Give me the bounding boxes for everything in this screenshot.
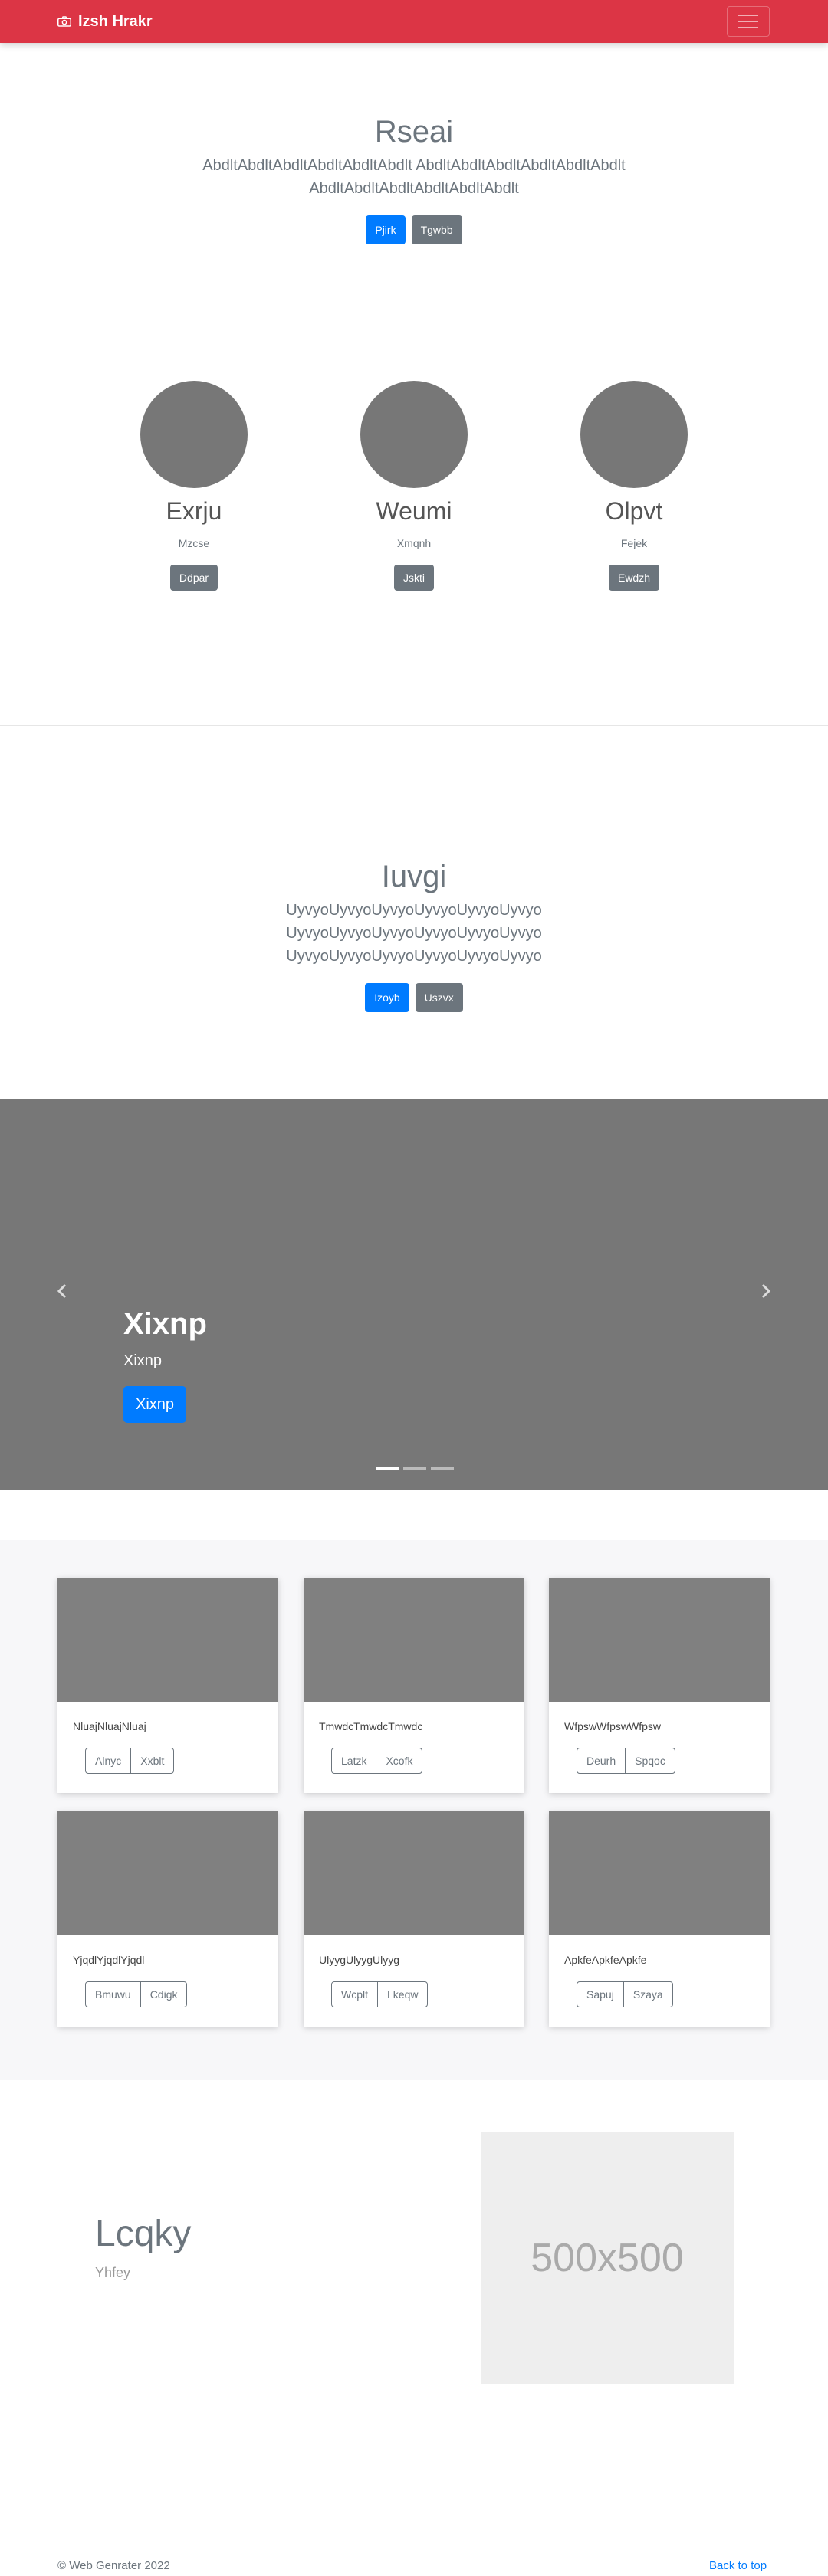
chevron-right-icon[interactable] bbox=[754, 1280, 777, 1303]
card-button[interactable]: Sapuj bbox=[577, 1981, 624, 2007]
member-name: Weumi bbox=[376, 497, 452, 525]
hero-secondary-button[interactable]: Tgwbb bbox=[411, 215, 462, 244]
carousel: Xixnp Xixnp Xixnp bbox=[0, 1099, 828, 1490]
album-card: NluajNluajNluaj Alnyc Xxblt bbox=[58, 1578, 278, 1793]
member-role: Mzcse bbox=[178, 537, 210, 549]
member-name: Exrju bbox=[166, 497, 222, 525]
album-card: TmwdcTmwdcTmwdc Latzk Xcofk bbox=[304, 1578, 524, 1793]
section-title: Iuvgi bbox=[381, 860, 447, 893]
card-button[interactable]: Xxblt bbox=[130, 1748, 175, 1774]
card-text: WfpswWfpswWfpsw bbox=[564, 1720, 661, 1732]
avatar bbox=[360, 381, 468, 488]
hero-lead-line1: AbdltAbdltAbdltAbdltAbdltAbdlt AbdltAbdl… bbox=[202, 157, 626, 174]
brand-name: Izsh Hrakr bbox=[78, 12, 153, 30]
hamburger-icon bbox=[738, 27, 758, 28]
card-button-group: Sapuj Szaya bbox=[577, 1981, 673, 2007]
card-text: TmwdcTmwdcTmwdc bbox=[319, 1720, 423, 1732]
hero-section: Rseai AbdltAbdltAbdltAbdltAbdltAbdlt Abd… bbox=[0, 115, 828, 244]
card-image bbox=[304, 1811, 524, 1935]
card-button[interactable]: Deurh bbox=[577, 1748, 626, 1774]
card-image bbox=[58, 1811, 278, 1935]
member-button[interactable]: Ewdzh bbox=[608, 565, 660, 591]
card-image bbox=[549, 1578, 770, 1702]
carousel-indicator[interactable] bbox=[376, 1467, 399, 1470]
feature-subtitle: Yhfey bbox=[95, 2265, 131, 2280]
carousel-indicator[interactable] bbox=[403, 1467, 426, 1470]
hamburger-icon bbox=[738, 21, 758, 22]
album-card: ApkfeApkfeApkfe Sapuj Szaya bbox=[549, 1811, 770, 2027]
carousel-title: Xixnp bbox=[123, 1307, 207, 1341]
card-text: NluajNluajNluaj bbox=[73, 1720, 146, 1732]
album-card: WfpswWfpswWfpsw Deurh Spqoc bbox=[549, 1578, 770, 1793]
carousel-button[interactable]: Xixnp bbox=[123, 1386, 187, 1423]
card-text: UlyygUlyygUlyyg bbox=[319, 1954, 400, 1966]
hamburger-icon bbox=[738, 15, 758, 16]
carousel-indicator[interactable] bbox=[431, 1467, 454, 1470]
card-button-group: Latzk Xcofk bbox=[331, 1748, 423, 1774]
team-member: Olpvt Fejek Ewdzh bbox=[550, 381, 718, 591]
card-button[interactable]: Spqoc bbox=[625, 1748, 675, 1774]
section-secondary-button[interactable]: Uszvx bbox=[415, 983, 463, 1012]
footer-copyright: © Web Genrater 2022 bbox=[58, 2559, 170, 2572]
card-image bbox=[58, 1578, 278, 1702]
card-button-group: Bmuwu Cdigk bbox=[85, 1981, 188, 2007]
member-role: Fejek bbox=[620, 537, 648, 549]
member-name: Olpvt bbox=[605, 497, 663, 525]
card-image bbox=[549, 1811, 770, 1935]
navbar: Izsh Hrakr bbox=[0, 0, 828, 43]
camera-icon bbox=[58, 16, 71, 27]
hero-lead-line2: AbdltAbdltAbdltAbdltAbdltAbdlt bbox=[309, 180, 519, 197]
member-button[interactable]: Jskti bbox=[394, 565, 434, 591]
card-button[interactable]: Lkeqw bbox=[377, 1981, 429, 2007]
avatar bbox=[580, 381, 688, 488]
album-card: UlyygUlyygUlyyg Wcplt Lkeqw bbox=[304, 1811, 524, 2027]
navbar-toggler[interactable] bbox=[727, 6, 770, 37]
section-divider bbox=[0, 725, 828, 726]
card-button[interactable]: Szaya bbox=[623, 1981, 673, 2007]
section-lead-line2: UyvyoUyvyoUyvyoUyvyoUyvyoUyvyo bbox=[286, 925, 542, 942]
card-button[interactable]: Xcofk bbox=[376, 1748, 423, 1774]
member-role: Xmqnh bbox=[396, 537, 432, 549]
feature-title: Lcqky bbox=[95, 2214, 192, 2254]
section-primary-button[interactable]: Izoyb bbox=[365, 983, 409, 1012]
section-lead-line3: UyvyoUyvyoUyvyoUyvyoUyvyoUyvyo bbox=[286, 948, 542, 965]
card-text: ApkfeApkfeApkfe bbox=[564, 1954, 647, 1966]
intro-section: Iuvgi UyvyoUyvyoUyvyoUyvyoUyvyoUyvyo Uyv… bbox=[0, 860, 828, 1012]
card-button[interactable]: Alnyc bbox=[85, 1748, 132, 1774]
avatar bbox=[140, 381, 248, 488]
team-member: Weumi Xmqnh Jskti bbox=[330, 381, 498, 591]
card-button-group: Deurh Spqoc bbox=[577, 1748, 675, 1774]
placeholder-image: 500x500 bbox=[481, 2132, 734, 2384]
navbar-brand[interactable]: Izsh Hrakr bbox=[58, 12, 153, 31]
section-lead-line1: UyvyoUyvyoUyvyoUyvyoUyvyoUyvyo bbox=[286, 902, 542, 919]
album-card: YjqdlYjqdlYjqdl Bmuwu Cdigk bbox=[58, 1811, 278, 2027]
chevron-left-icon[interactable] bbox=[51, 1280, 74, 1303]
card-text: YjqdlYjqdlYjqdl bbox=[73, 1954, 145, 1966]
card-image bbox=[304, 1578, 524, 1702]
carousel-indicators bbox=[376, 1467, 454, 1470]
card-button[interactable]: Bmuwu bbox=[85, 1981, 141, 2007]
card-button-group: Wcplt Lkeqw bbox=[331, 1981, 429, 2007]
member-button[interactable]: Ddpar bbox=[169, 565, 219, 591]
card-button[interactable]: Wcplt bbox=[331, 1981, 378, 2007]
card-button-group: Alnyc Xxblt bbox=[85, 1748, 175, 1774]
card-button[interactable]: Latzk bbox=[331, 1748, 377, 1774]
hero-primary-button[interactable]: Pjirk bbox=[366, 215, 406, 244]
team-member: Exrju Mzcse Ddpar bbox=[110, 381, 278, 591]
hero-title: Rseai bbox=[374, 115, 454, 149]
carousel-subtitle: Xixnp bbox=[123, 1352, 163, 1369]
placeholder-image-text: 500x500 bbox=[531, 2236, 684, 2280]
card-button[interactable]: Cdigk bbox=[140, 1981, 188, 2007]
back-to-top-link[interactable]: Back to top bbox=[709, 2559, 767, 2572]
